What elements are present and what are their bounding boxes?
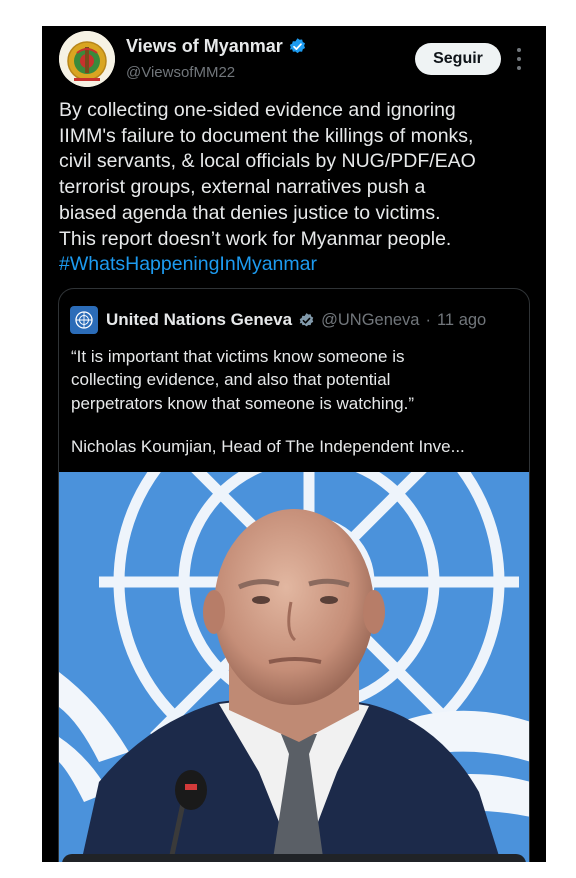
post-text: By collecting one-sided evidence and ign…: [59, 98, 535, 278]
hashtag-link[interactable]: #WhatsHappeningInMyanmar: [59, 252, 535, 278]
quoted-attribution: Nicholas Koumjian, Head of The Independe…: [71, 437, 465, 456]
post-text-line: civil servants, & local officials by NUG…: [59, 150, 476, 173]
more-options-icon[interactable]: [512, 46, 526, 72]
gray-verified-badge-icon: [299, 312, 314, 326]
quoted-author-handle[interactable]: @UNGeneva: [321, 311, 419, 330]
post-text-line: IIMM's failure to document the killings …: [59, 124, 474, 147]
quoted-text-line: perpetrators know that someone is watchi…: [71, 393, 415, 413]
quoted-author-name[interactable]: United Nations Geneva: [106, 310, 292, 330]
author-handle[interactable]: @ViewsofMM22: [126, 64, 235, 81]
quoted-post-time: 11 ago: [436, 310, 487, 329]
post-text-line: By collecting one-sided evidence and ign…: [59, 99, 456, 121]
post-text-line: terrorist groups, external narratives pu…: [59, 176, 426, 199]
quoted-post[interactable]: United Nations Geneva @UNGeneva · 11 ago…: [58, 288, 530, 862]
post-text-line: biased agenda that denies justice to vic…: [59, 201, 441, 224]
author-avatar[interactable]: [59, 31, 115, 87]
verified-badge-icon: [289, 38, 305, 54]
follow-button[interactable]: Seguir: [415, 43, 501, 75]
quoted-text-line: “It is important that victims know someo…: [71, 347, 405, 366]
un-geneva-avatar[interactable]: [70, 306, 98, 334]
separator-dot: ·: [425, 310, 431, 329]
quoted-post-text: “It is important that victims know someo…: [71, 345, 521, 415]
post-text-line: This report doesn’t work for Myanmar peo…: [59, 227, 452, 250]
bottom-sheet-handle-area: [62, 854, 526, 862]
un-emblem-icon: [75, 311, 93, 329]
post-screen: Views of Myanmar @ViewsofMM22 Seguir By …: [42, 26, 546, 862]
author-name[interactable]: Views of Myanmar: [126, 36, 283, 57]
quoted-text-line: collecting evidence, and also that poten…: [71, 370, 391, 390]
speaker-photo[interactable]: [59, 472, 529, 862]
views-of-myanmar-logo: [59, 31, 115, 87]
